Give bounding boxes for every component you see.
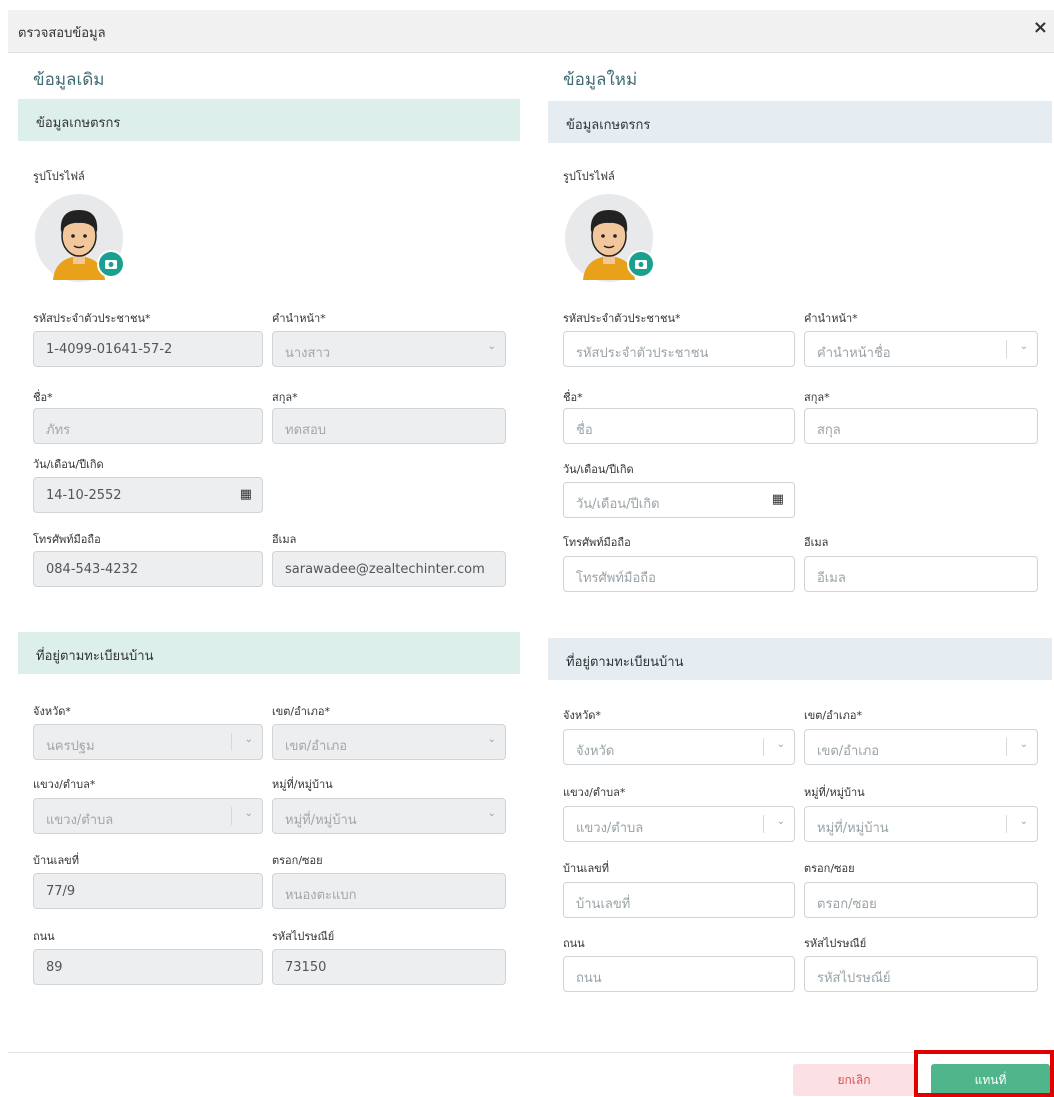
new-last-name-field[interactable]: สกุล	[804, 408, 1038, 444]
old-house-no-label: บ้านเลขที่	[33, 854, 79, 867]
old-village-select: หมู่ที่/หมู่บ้าน ⌄	[272, 798, 506, 834]
chevron-down-icon[interactable]: ⌄	[1020, 739, 1028, 750]
old-citizen-id-field: 1-4099-01641-57-2	[33, 331, 263, 367]
new-birthdate-label: วัน/เดือน/ปีเกิด	[563, 463, 634, 476]
old-address-section-title: ที่อยู่ตามทะเบียนบ้าน	[36, 649, 154, 664]
new-citizen-id-label: รหัสประจำตัวประชาชน*	[563, 312, 681, 325]
old-prefix-label: คำนำหน้า*	[272, 312, 326, 325]
chevron-down-icon: ⌄	[487, 808, 496, 819]
new-last-name-label: สกุล*	[804, 391, 830, 404]
review-modal: ตรวจสอบข้อมูล × ข้อมูลเดิม ข้อมูลเกษตรกร…	[0, 0, 1054, 1097]
new-mobile-field[interactable]: โทรศัพท์มือถือ	[563, 556, 795, 592]
calendar-icon: ▦	[239, 487, 252, 502]
new-address-section-title: ที่อยู่ตามทะเบียนบ้าน	[566, 655, 684, 670]
old-road-label: ถนน	[33, 930, 55, 943]
close-icon[interactable]: ×	[1033, 18, 1048, 38]
old-prefix-select: นางสาว ⌄	[272, 331, 506, 367]
old-citizen-id-label: รหัสประจำตัวประชาชน*	[33, 312, 151, 325]
new-road-field[interactable]: ถนน	[563, 956, 795, 992]
old-district-label: เขต/อำเภอ*	[272, 705, 331, 718]
chevron-down-icon[interactable]: ⌄	[777, 816, 785, 827]
old-province-label: จังหวัด*	[33, 705, 71, 718]
old-postcode-field: 73150	[272, 949, 506, 985]
footer-divider	[8, 1052, 1054, 1053]
new-alley-field[interactable]: ตรอก/ซอย	[804, 882, 1038, 918]
new-profile-avatar	[563, 192, 655, 284]
old-first-name-field: ภัทร	[33, 408, 263, 444]
camera-icon[interactable]	[97, 250, 125, 278]
modal-header: ตรวจสอบข้อมูล ×	[8, 10, 1054, 53]
new-prefix-select[interactable]: คำนำหน้าชื่อ ⌄	[804, 331, 1038, 367]
camera-icon[interactable]	[627, 250, 655, 278]
new-first-name-label: ชื่อ*	[563, 391, 583, 404]
old-subdistrict-select: แขวง/ตำบล ⌄	[33, 798, 263, 834]
old-profile-avatar	[33, 192, 125, 284]
chevron-down-icon: ⌄	[244, 808, 253, 819]
old-province-select: นครปฐม ⌄	[33, 724, 263, 760]
new-village-select[interactable]: หมู่ที่/หมู่บ้าน ⌄	[804, 806, 1038, 842]
new-profile-label: รูปโปรไฟล์	[563, 170, 615, 183]
old-last-name-field: ทดสอบ	[272, 408, 506, 444]
old-postcode-label: รหัสไปรษณีย์	[272, 930, 335, 943]
chevron-down-icon[interactable]: ⌄	[1020, 341, 1028, 352]
new-house-no-field[interactable]: บ้านเลขที่	[563, 882, 795, 918]
new-data-title: ข้อมูลใหม่	[563, 70, 638, 90]
new-email-label: อีเมล	[804, 536, 829, 549]
chevron-down-icon: ⌄	[244, 734, 253, 745]
old-subdistrict-label: แขวง/ตำบล*	[33, 778, 96, 791]
new-email-field[interactable]: อีเมล	[804, 556, 1038, 592]
old-data-title: ข้อมูลเดิม	[33, 70, 105, 90]
old-birthdate-field: 14-10-2552 ▦	[33, 477, 263, 513]
new-farmer-section-title: ข้อมูลเกษตรกร	[566, 118, 651, 133]
chevron-down-icon[interactable]: ⌄	[777, 739, 785, 750]
old-alley-label: ตรอก/ซอย	[272, 854, 323, 867]
old-first-name-label: ชื่อ*	[33, 391, 53, 404]
new-village-label: หมู่ที่/หมู่บ้าน	[804, 786, 865, 799]
new-province-select[interactable]: จังหวัด ⌄	[563, 729, 795, 765]
old-address-section: ที่อยู่ตามทะเบียนบ้าน	[18, 632, 520, 674]
old-mobile-label: โทรศัพท์มือถือ	[33, 533, 101, 546]
old-last-name-label: สกุล*	[272, 391, 298, 404]
old-district-select: เขต/อำเภอ ⌄	[272, 724, 506, 760]
old-email-field: sarawadee@zealtechinter.com	[272, 551, 506, 587]
chevron-down-icon: ⌄	[487, 341, 496, 352]
new-postcode-field[interactable]: รหัสไปรษณีย์	[804, 956, 1038, 992]
new-citizen-id-field[interactable]: รหัสประจำตัวประชาชน	[563, 331, 795, 367]
old-profile-label: รูปโปรไฟล์	[33, 170, 85, 183]
new-mobile-label: โทรศัพท์มือถือ	[563, 536, 631, 549]
new-district-select[interactable]: เขต/อำเภอ ⌄	[804, 729, 1038, 765]
cancel-button[interactable]: ยกเลิก	[793, 1064, 915, 1096]
old-mobile-field: 084-543-4232	[33, 551, 263, 587]
new-address-section: ที่อยู่ตามทะเบียนบ้าน	[548, 638, 1052, 680]
new-subdistrict-label: แขวง/ตำบล*	[563, 786, 626, 799]
new-province-label: จังหวัด*	[563, 709, 601, 722]
chevron-down-icon: ⌄	[487, 734, 496, 745]
new-house-no-label: บ้านเลขที่	[563, 862, 609, 875]
new-prefix-label: คำนำหน้า*	[804, 312, 858, 325]
new-first-name-field[interactable]: ชื่อ	[563, 408, 795, 444]
new-road-label: ถนน	[563, 937, 585, 950]
new-alley-label: ตรอก/ซอย	[804, 862, 855, 875]
old-road-field: 89	[33, 949, 263, 985]
modal-title: ตรวจสอบข้อมูล	[18, 26, 106, 41]
chevron-down-icon[interactable]: ⌄	[1020, 816, 1028, 827]
old-birthdate-label: วัน/เดือน/ปีเกิด	[33, 458, 104, 471]
new-farmer-section: ข้อมูลเกษตรกร	[548, 101, 1052, 143]
new-subdistrict-select[interactable]: แขวง/ตำบล ⌄	[563, 806, 795, 842]
new-birthdate-field[interactable]: วัน/เดือน/ปีเกิด ▦	[563, 482, 795, 518]
new-postcode-label: รหัสไปรษณีย์	[804, 937, 867, 950]
old-house-no-field: 77/9	[33, 873, 263, 909]
old-email-label: อีเมล	[272, 533, 297, 546]
old-village-label: หมู่ที่/หมู่บ้าน	[272, 778, 333, 791]
old-farmer-section: ข้อมูลเกษตรกร	[18, 99, 520, 141]
new-district-label: เขต/อำเภอ*	[804, 709, 863, 722]
replace-button[interactable]: แทนที่	[931, 1064, 1050, 1096]
calendar-icon[interactable]: ▦	[772, 492, 784, 507]
old-alley-field: หนองตะแบก	[272, 873, 506, 909]
old-farmer-section-title: ข้อมูลเกษตรกร	[36, 116, 121, 131]
